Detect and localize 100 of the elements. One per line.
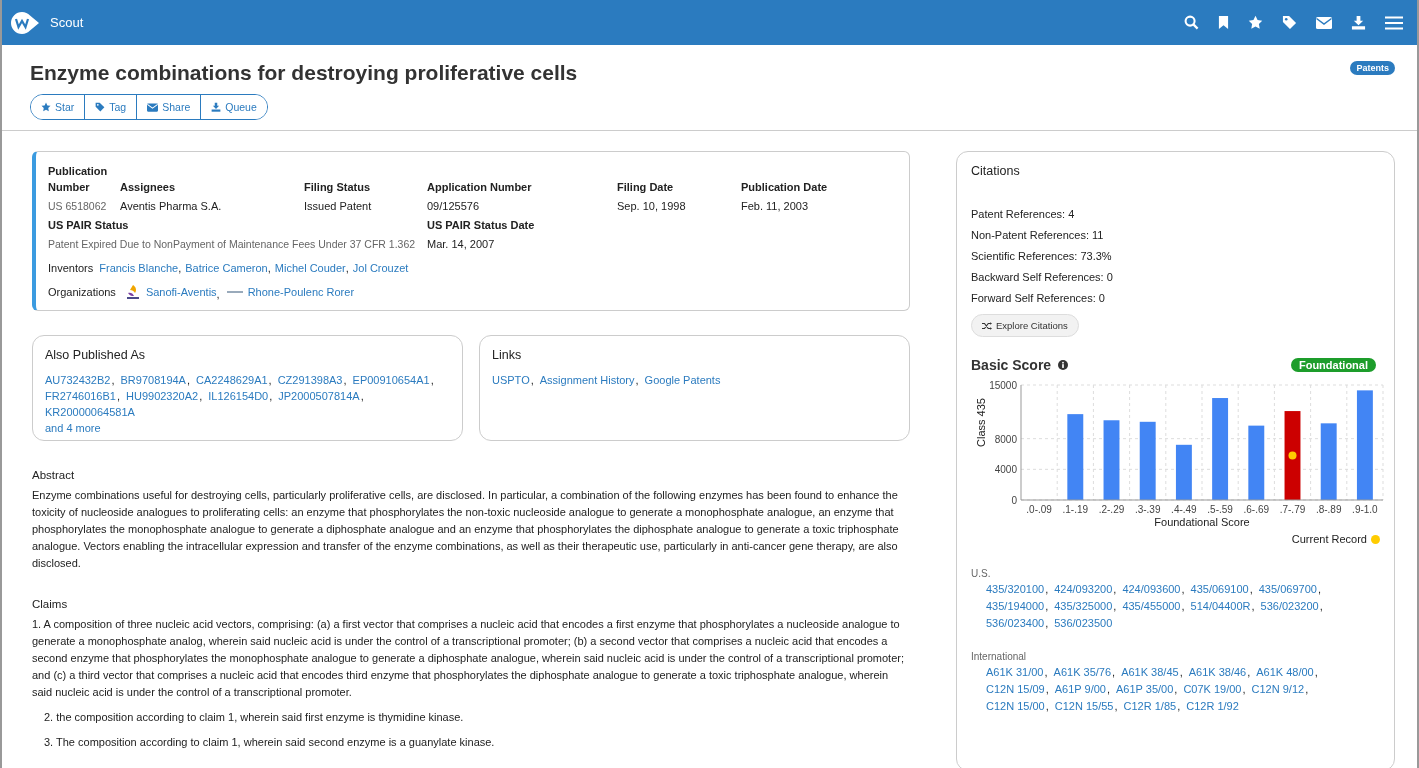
app-name[interactable]: Scout — [50, 15, 84, 30]
separator: , — [1045, 599, 1049, 615]
publication-link[interactable]: CZ291398A3 — [277, 372, 343, 389]
separator: , — [267, 261, 271, 274]
classification-link[interactable]: C07K 19/00 — [1183, 681, 1242, 699]
publication-link[interactable]: KR20000064581A — [45, 404, 135, 421]
field-label: Filing Status — [304, 179, 371, 195]
field-label: Filing Date — [617, 179, 675, 195]
field-value: US 6518062 — [48, 199, 108, 212]
citation-stat: Patent References: 4 — [971, 208, 1076, 220]
separator: , — [216, 287, 220, 300]
classification-link[interactable]: C12R 1/85 — [1123, 698, 1177, 716]
publication-link[interactable]: EP00910654A1 — [352, 372, 430, 389]
classification-link[interactable]: A61K 35/76 — [1053, 664, 1112, 682]
current-record-dot — [1288, 451, 1297, 460]
x-tick-label: .4-.49 — [1171, 504, 1197, 515]
mail-icon[interactable] — [1316, 16, 1332, 29]
separator: , — [269, 388, 273, 404]
classification-link[interactable]: 536/023500 — [1054, 615, 1113, 633]
separator: , — [1251, 599, 1255, 615]
publication-link[interactable]: HU9902320A2 — [126, 388, 199, 405]
inventor-link[interactable]: Francis Blanche — [99, 261, 179, 274]
citation-stat: Backward Self References: 0 — [971, 271, 1114, 283]
star-icon[interactable] — [1248, 15, 1263, 30]
separator: , — [1247, 665, 1251, 681]
publication-link[interactable]: CA2248629A1 — [196, 372, 268, 389]
separator: , — [1114, 699, 1118, 715]
citation-stat: Non-Patent References: 11 — [971, 229, 1105, 241]
separator: , — [530, 372, 534, 388]
field-label: Inventors — [48, 261, 94, 274]
classification-link[interactable]: C12N 15/55 — [1054, 698, 1114, 716]
separator: , — [178, 261, 182, 274]
classification-link[interactable]: C12R 1/92 — [1186, 698, 1239, 716]
classification-link[interactable]: 435/455000 — [1122, 598, 1181, 616]
bookmark-icon[interactable] — [1218, 15, 1229, 30]
abstract-text: Enzyme combinations useful for destroying cells, particularly proliferative cells, are disclosed. In particular, a combination of the following enzymes has been found to enhance the toxicity of nucleoside analogues to proliferating cells: an enzyme that phosphorylates the non-toxic nucleoside analogue to generate a monophosphate analogue, an enzyme that phosphorylates the monophosphate analogue to generate a diphosphate analogue and an enzyme that phosphorylates the diphosphate analogue to generate a toxic triphosphate analogue. Vectors enabling the intracellular expression and transfer of the enzyme combinations, as well as their therapeutic use, particularly in anti-cancer gene therapy, are also disclosed. — [32, 487, 900, 571]
organization-link[interactable]: Sanofi-Aventis — [145, 285, 217, 298]
field-value: Feb. 11, 2003 — [741, 199, 810, 212]
separator: , — [430, 372, 434, 388]
separator: , — [635, 372, 639, 388]
action-button[interactable]: Star — [31, 95, 86, 119]
external-link[interactable]: USPTO — [492, 372, 530, 389]
separator: , — [1242, 682, 1246, 698]
download-icon[interactable] — [1351, 15, 1366, 30]
classification-link[interactable]: 435/069100 — [1190, 581, 1249, 599]
x-tick-label: .3-.39 — [1134, 504, 1161, 515]
separator: , — [345, 261, 349, 274]
inventor-link[interactable]: Jol Crouzet — [352, 261, 409, 274]
inventor-link[interactable]: Michel Couder — [274, 261, 346, 274]
field-label: Publication Number — [48, 164, 109, 195]
logo-icon[interactable] — [10, 10, 40, 35]
y-tick-label: 8000 — [994, 433, 1017, 445]
field-label: US PAIR Status Date — [427, 217, 536, 233]
classification-link[interactable]: 435/194000 — [986, 598, 1045, 616]
classification-link[interactable]: A61K 38/46 — [1188, 664, 1247, 682]
separator: , — [268, 372, 272, 388]
classification-link[interactable]: A61K 31/00 — [986, 664, 1044, 682]
classification-link[interactable]: A61K 38/45 — [1121, 664, 1179, 682]
classification-link[interactable]: A61P 9/00 — [1054, 681, 1106, 699]
publication-link[interactable]: IL126154D0 — [208, 388, 269, 405]
classification-link[interactable]: A61K 48/00 — [1256, 664, 1314, 682]
organization-link[interactable]: Rhone-Poulenc Rorer — [247, 285, 355, 298]
separator: , — [111, 372, 115, 388]
classification-link[interactable]: 424/093200 — [1054, 581, 1113, 599]
classification-link[interactable]: 536/023200 — [1260, 598, 1319, 616]
external-link[interactable]: Assignment History — [539, 372, 635, 389]
menu-icon[interactable] — [1385, 15, 1403, 30]
classification-link[interactable]: 536/023400 — [986, 615, 1045, 633]
classification-link[interactable]: 435/325000 — [1054, 598, 1113, 616]
search-icon[interactable] — [1184, 15, 1199, 30]
classification-link[interactable]: C12N 15/09 — [986, 681, 1045, 699]
separator: , — [360, 388, 364, 404]
x-tick-label: .5-.59 — [1207, 504, 1233, 515]
classification-link[interactable]: 424/093600 — [1122, 581, 1181, 599]
more-link[interactable]: and 4 more — [45, 420, 101, 437]
classification-link[interactable]: 514/04400R — [1190, 598, 1251, 616]
publication-link[interactable]: AU732432B2 — [45, 372, 111, 389]
classification-link[interactable]: 435/069700 — [1258, 581, 1317, 599]
separator: , — [1305, 682, 1309, 698]
separator: , — [1319, 599, 1323, 615]
separator: , — [186, 372, 191, 388]
info-icon[interactable] — [1058, 360, 1069, 370]
publication-link[interactable]: BR9708194A — [120, 372, 186, 389]
separator: , — [1106, 682, 1111, 698]
classification-link[interactable]: A61P 35/00 — [1116, 681, 1174, 699]
external-link[interactable]: Google Patents — [644, 372, 721, 389]
classification-link[interactable]: C12N 9/12 — [1251, 681, 1305, 699]
document-title: Enzyme combinations for destroying proliferative cells — [30, 61, 578, 85]
explore-citations-button[interactable]: Explore Citations — [971, 314, 1079, 337]
separator: , — [1314, 665, 1318, 681]
publication-link[interactable]: JP2000507814A — [278, 388, 360, 405]
tag-icon[interactable] — [1282, 15, 1297, 30]
field-label: US PAIR Status — [48, 217, 130, 233]
classification-link[interactable]: C12N 15/00 — [986, 698, 1045, 716]
x-tick-label: .1-.19 — [1062, 504, 1089, 515]
publication-link[interactable]: FR2746016B1 — [45, 388, 116, 405]
inventor-link[interactable]: Batrice Cameron — [185, 261, 268, 274]
separator: , — [1045, 582, 1049, 597]
separator: , — [1112, 665, 1116, 681]
classification-link[interactable]: 435/320100 — [986, 581, 1045, 599]
